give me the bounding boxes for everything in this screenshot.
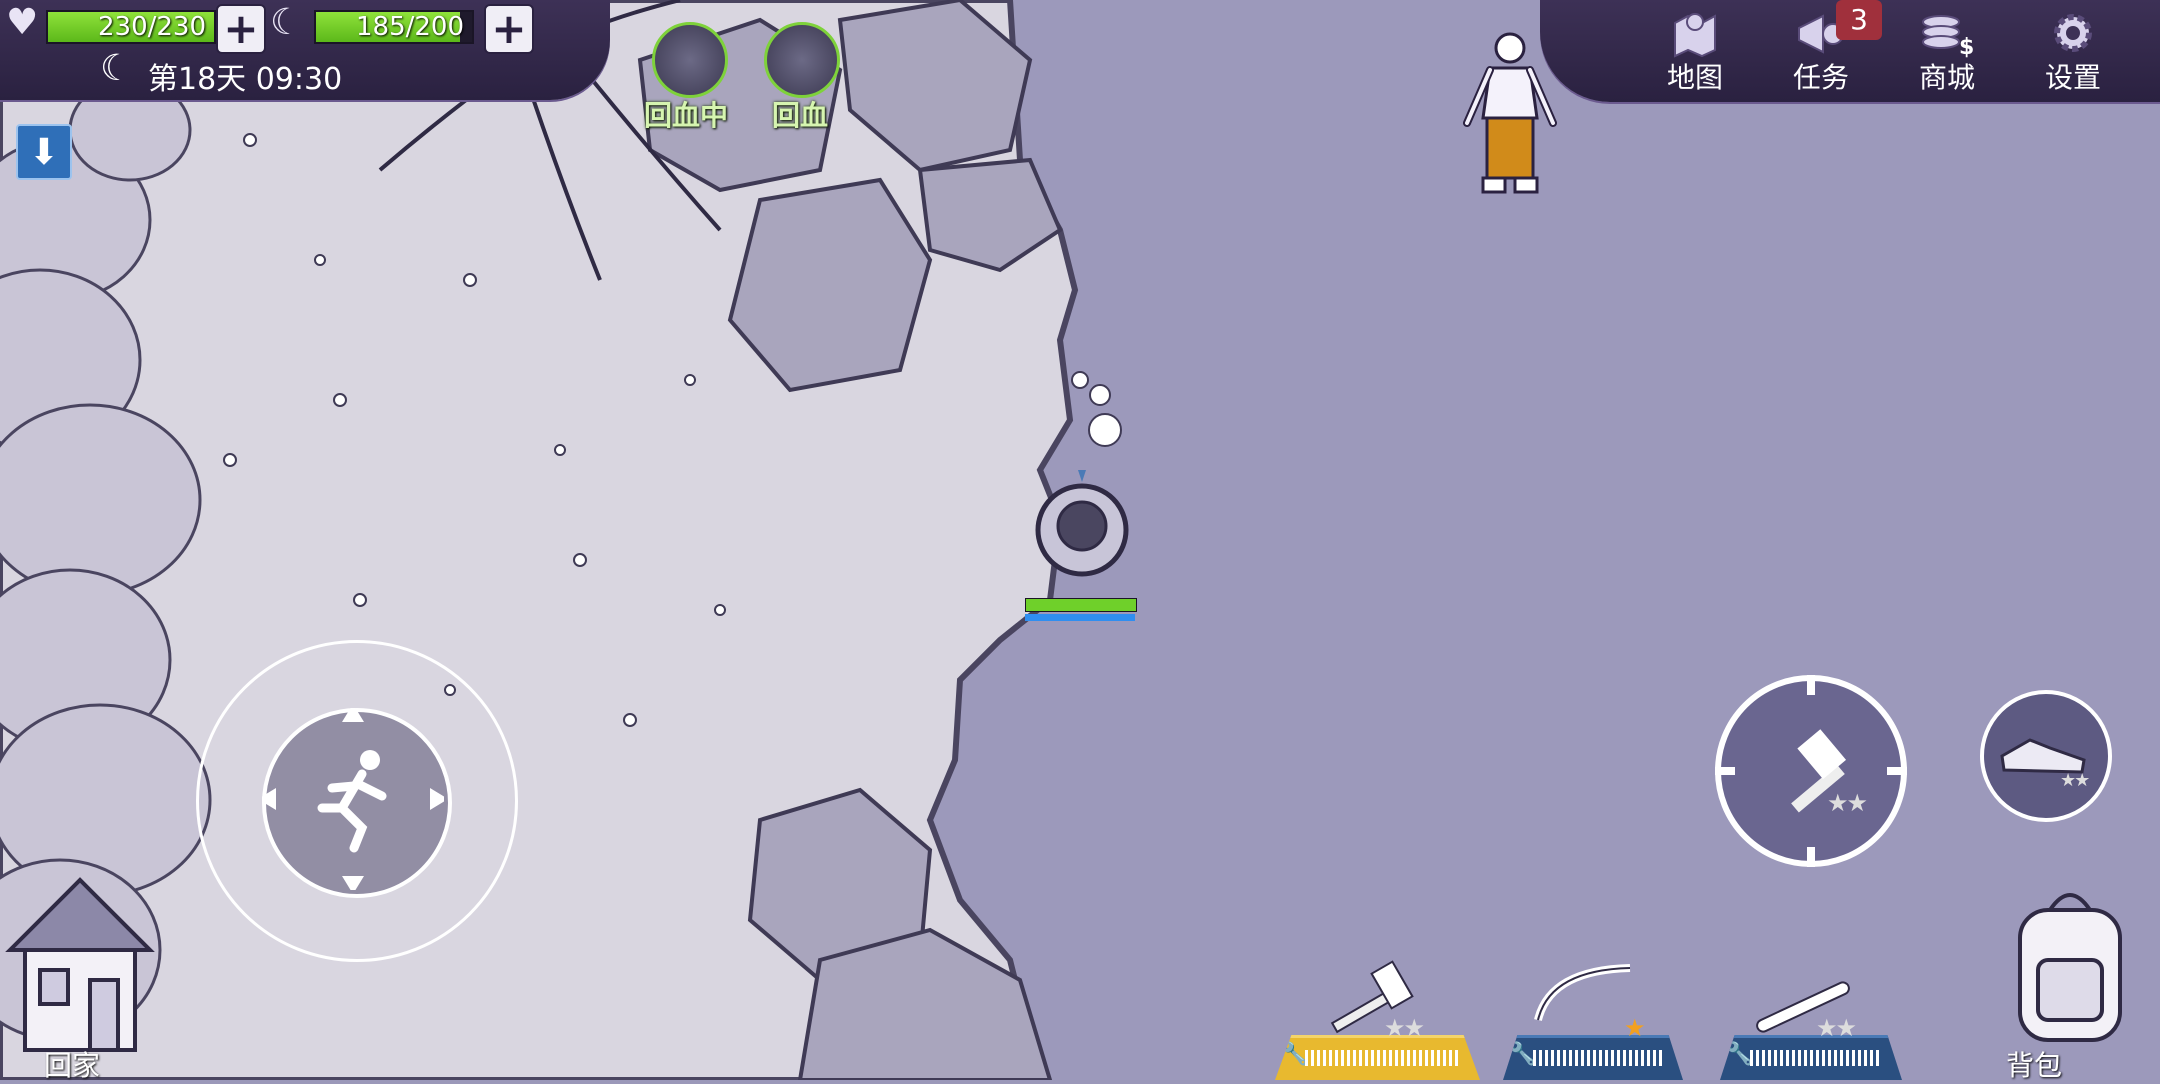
- strength-regen-icon: [652, 22, 728, 98]
- health-value: 230/230: [97, 12, 206, 42]
- svg-text:$: $: [1959, 35, 1974, 58]
- player-stamina-bar: [1025, 614, 1135, 621]
- home-button[interactable]: 回家: [0, 1020, 200, 1082]
- day-time: 第18天 09:30: [148, 62, 343, 97]
- hunger-value: 185/200: [355, 12, 464, 42]
- gear-icon: [2054, 14, 2092, 52]
- player-character: [1035, 470, 1129, 577]
- hammer-stars: ★★: [1384, 1014, 1425, 1042]
- settings-button[interactable]: 设置: [2018, 6, 2128, 98]
- durability-bar: [1305, 1050, 1460, 1066]
- weapon-slot-bow[interactable]: 🔧: [1503, 1035, 1683, 1080]
- durability-bar: [1750, 1050, 1882, 1066]
- backpack-image: [2018, 893, 2122, 1042]
- quests-badge: 3: [1836, 0, 1882, 40]
- backpack-button[interactable]: 背包: [1960, 1020, 2160, 1082]
- add-food-button[interactable]: +: [484, 4, 534, 54]
- crosshair-icon: [1715, 675, 1907, 867]
- top-menu: 地图 任务 3 $ 商城 设置: [1540, 0, 2160, 102]
- run-icon: [262, 708, 444, 890]
- status-label-regenerating: 回血中: [644, 99, 729, 132]
- dodge-item-stars: ★★: [2060, 770, 2090, 791]
- movement-joystick[interactable]: [262, 708, 452, 898]
- bow-stars: ★: [1624, 1014, 1645, 1042]
- status-label-regen: 回血: [772, 99, 829, 132]
- player-health-bar: [1025, 598, 1137, 612]
- food-regen-icon: [764, 22, 840, 98]
- coins-icon: $: [1922, 15, 1974, 60]
- weapon-slot-hammer[interactable]: 🔧: [1275, 1035, 1480, 1080]
- dodge-button[interactable]: ★★: [1980, 690, 2112, 822]
- quests-button[interactable]: 任务 3: [1766, 0, 1882, 98]
- shop-button[interactable]: $ 商城: [1892, 6, 2002, 98]
- moon-icon: ☾: [100, 48, 133, 89]
- download-arrow-button[interactable]: ⬇: [16, 124, 72, 180]
- shoe-icon: [2000, 738, 2086, 774]
- add-health-button[interactable]: +: [216, 4, 266, 54]
- attack-button[interactable]: ★★: [1715, 675, 1907, 867]
- stomach-icon: ☾: [270, 2, 303, 43]
- heart-icon: ♥: [6, 2, 39, 43]
- weapon-slot-club[interactable]: 🔧: [1720, 1035, 1902, 1080]
- attack-weapon-stars: ★★: [1827, 789, 1868, 817]
- club-stars: ★★: [1816, 1014, 1857, 1042]
- health-bar: 230/230: [46, 10, 216, 44]
- map-button[interactable]: 地图: [1640, 6, 1750, 98]
- hunger-bar: 185/200: [314, 10, 474, 44]
- stats-panel: ♥ 230/230 + ☾ 185/200 + ☾ 第18天 09:30: [0, 0, 610, 100]
- map-icon: [1674, 13, 1716, 58]
- durability-bar: [1533, 1050, 1663, 1066]
